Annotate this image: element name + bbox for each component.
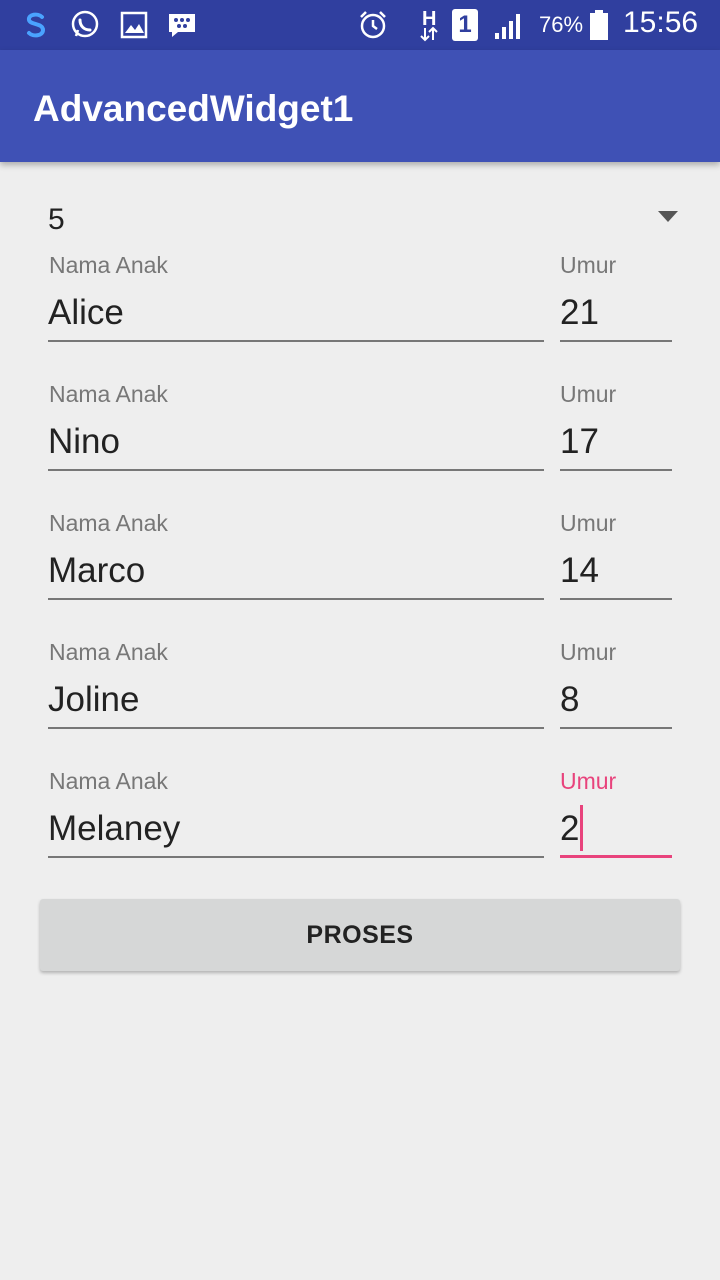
sim-1-icon: 1 [452,9,478,41]
sim-label: 1 [458,11,472,38]
count-spinner[interactable]: 5 [40,192,686,248]
name-input[interactable]: Nino [48,413,544,471]
age-input-focused[interactable]: 2 [560,800,672,858]
battery-icon [590,10,608,40]
skype-icon [27,12,46,38]
name-input[interactable]: Joline [48,671,544,729]
age-label: Umur [560,252,617,278]
clock: 15:56 [623,6,699,39]
status-bar: H 1 76% 15:56 [0,0,720,50]
age-label: Umur [560,510,617,536]
child-row: Nama Anak Alice Umur 21 [0,250,720,370]
app-title: AdvancedWidget1 [33,88,354,129]
main-content: 5 Nama Anak Alice Umur 21 Nama Anak Nino… [0,162,720,1280]
name-label: Nama Anak [49,510,168,536]
age-label: Umur [560,639,617,665]
name-label: Nama Anak [49,639,168,665]
name-input[interactable]: Marco [48,542,544,600]
name-input[interactable]: Melaney [48,800,544,858]
alarm-icon [360,11,386,39]
name-label: Nama Anak [49,252,168,278]
gallery-icon [120,11,148,39]
spinner-value: 5 [48,203,65,236]
data-arrows-icon [420,26,438,42]
battery-percent: 76% [539,12,584,37]
proses-button[interactable]: PROSES [40,899,680,971]
age-label: Umur [560,381,617,407]
bbm-icon [169,14,195,37]
age-input[interactable]: 14 [560,542,672,600]
name-label: Nama Anak [49,768,168,794]
name-label: Nama Anak [49,381,168,407]
name-input[interactable]: Alice [48,284,544,342]
signal-icon [495,14,520,39]
age-input[interactable]: 17 [560,413,672,471]
age-input[interactable]: 21 [560,284,672,342]
age-value: 2 [560,809,580,848]
child-row: Nama Anak Marco Umur 14 [0,508,720,628]
text-cursor [580,804,584,851]
child-row: Nama Anak Melaney Umur 2 [0,766,720,886]
child-row: Nama Anak Joline Umur 8 [0,637,720,757]
age-input[interactable]: 8 [560,671,672,729]
whatsapp-icon [71,10,99,38]
child-row: Nama Anak Nino Umur 17 [0,379,720,499]
age-label: Umur [560,768,617,794]
dropdown-arrow-icon [658,211,678,222]
